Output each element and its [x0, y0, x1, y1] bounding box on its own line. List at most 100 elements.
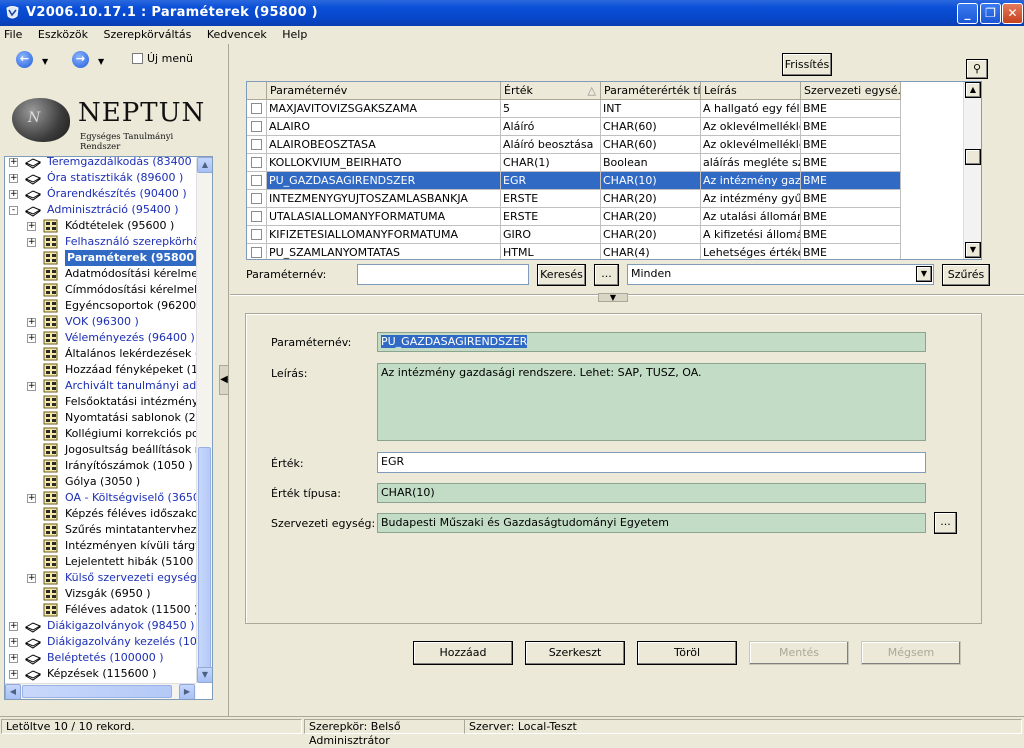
expand-icon[interactable]: +	[9, 622, 18, 631]
tree-item[interactable]: Jogosultság beállítások meg	[5, 442, 212, 458]
grid-header-select[interactable]	[247, 82, 267, 100]
expand-icon[interactable]: +	[27, 318, 36, 327]
value-field[interactable]: EGR	[377, 452, 926, 473]
collapse-icon[interactable]: -	[9, 206, 18, 215]
org-unit-browse-button[interactable]: ...	[934, 512, 957, 534]
tree-item[interactable]: - Adminisztráció (95400 )	[5, 202, 200, 218]
expand-icon[interactable]: +	[9, 638, 18, 647]
back-dropdown-icon[interactable]: ▼	[42, 57, 48, 66]
tree-item[interactable]: + Archivált tanulmányi adatok	[5, 378, 212, 394]
table-row[interactable]: ALAIROBEOSZTASA Aláíró beosztása CHAR(60) A…	[247, 136, 963, 154]
expand-icon[interactable]: +	[9, 158, 18, 167]
grid-header-type[interactable]: Paraméterérték tí...	[601, 82, 701, 100]
expand-icon[interactable]: +	[27, 574, 36, 583]
row-checkbox[interactable]	[251, 157, 262, 168]
tree-item[interactable]: + VOK (96300 )	[5, 314, 200, 330]
tree-item[interactable]: + Teremgazdálkodás (83400 )	[5, 157, 200, 170]
row-select-cell[interactable]	[247, 208, 267, 226]
tree-item[interactable]: + Felhasználó szerepkörhöz re	[5, 234, 212, 250]
chevron-down-icon[interactable]: ▼	[916, 266, 932, 282]
menu-tools[interactable]: Eszközök	[32, 26, 94, 41]
grid-header-value[interactable]: Érték △	[501, 82, 601, 100]
tree-item[interactable]: + Diákigazolványok (98450 )	[5, 618, 200, 634]
maximize-button[interactable]: ❐	[980, 3, 1001, 24]
tree-item[interactable]: Féléves adatok (11500 )	[5, 602, 200, 618]
row-select-cell[interactable]	[247, 118, 267, 136]
tree-item[interactable]: Képzés féléves időszakok (4	[5, 506, 212, 522]
row-checkbox[interactable]	[251, 229, 262, 240]
table-row[interactable]: INTEZMENYGYUJTOSZAMLASBANKJA ERSTE CHAR(20…	[247, 190, 963, 208]
table-row[interactable]: PU_SZAMLANYOMTATAS HTML CHAR(4) Lehetséges …	[247, 244, 963, 259]
menu-help[interactable]: Help	[276, 26, 313, 41]
table-row[interactable]: UTALASIALLOMANYFORMATUMA ERSTE CHAR(20) Az …	[247, 208, 963, 226]
back-button[interactable]: ←	[16, 51, 38, 69]
new-menu-checkbox[interactable]: Új menü	[132, 52, 193, 65]
filter-button[interactable]: Szűrés	[942, 264, 990, 286]
tree-item[interactable]: + Óra statisztikák (89600 )	[5, 170, 200, 186]
minimize-button[interactable]: _	[957, 3, 978, 24]
value-type-field[interactable]: CHAR(10)	[377, 483, 926, 503]
tree-item[interactable]: Általános lekérdezések (984	[5, 346, 212, 362]
expand-icon[interactable]: +	[9, 190, 18, 199]
table-row[interactable]: KIFIZETESIALLOMANYFORMATUMA GIRO CHAR(20) A…	[247, 226, 963, 244]
checkbox-box[interactable]	[132, 53, 143, 64]
scroll-right-button[interactable]: ▶	[179, 684, 195, 699]
row-select-cell[interactable]	[247, 100, 267, 118]
tree-item[interactable]: + Kódtételek (95600 )	[5, 218, 200, 234]
tree-item[interactable]: Egyéncsoportok (96200 )	[5, 298, 204, 314]
param-name-field[interactable]: PU_GAZDASAGIRENDSZER	[377, 332, 926, 352]
menu-favorites[interactable]: Kedvencek	[201, 26, 273, 41]
tree-item[interactable]: Vizsgák (6950 )	[5, 586, 200, 602]
row-select-cell[interactable]	[247, 244, 267, 259]
title-bar[interactable]: V2006.10.17.1 : Paraméterek (95800 ) _ ❐…	[0, 0, 1024, 26]
expand-icon[interactable]: +	[27, 494, 36, 503]
forward-dropdown-icon[interactable]: ▼	[98, 57, 104, 66]
grid-header-name[interactable]: Paraméternév	[267, 82, 501, 100]
settings-icon[interactable]: ⚲	[966, 59, 988, 79]
expand-icon[interactable]: +	[9, 670, 18, 679]
row-select-cell[interactable]	[247, 190, 267, 208]
grid-header-org-unit[interactable]: Szervezeti egysé...	[801, 82, 901, 100]
search-button[interactable]: Keresés	[537, 264, 586, 286]
row-select-cell[interactable]	[247, 226, 267, 244]
tree-item[interactable]: + Külső szervezeti egységek (6	[5, 570, 212, 586]
grid-scroll-up-button[interactable]: ▲	[965, 82, 981, 98]
row-checkbox[interactable]	[251, 193, 262, 204]
browse-button[interactable]: ...	[594, 264, 619, 286]
navigation-tree[interactable]: + Teremgazdálkodás (83400 ) + Óra statiszti…	[4, 156, 213, 700]
table-row[interactable]: KOLLOKVIUM_BEIRHATO CHAR(1) Boolean aláírás…	[247, 154, 963, 172]
tree-vertical-scrollbar[interactable]: ▲ ▼	[196, 157, 212, 683]
tree-item[interactable]: Hozzáad fényképeket (1140	[5, 362, 212, 378]
table-row[interactable]: ALAIROAláíróCHAR(60)Az oklevélmelléklete…	[247, 118, 963, 136]
table-row[interactable]: MAXJAVITOVIZSGAKSZAMA 5 INT A hallgató egy …	[247, 100, 963, 118]
row-checkbox[interactable]	[251, 121, 262, 132]
expand-icon[interactable]: +	[27, 334, 36, 343]
org-unit-field[interactable]: Budapesti Műszaki és Gazdaságtudományi E…	[377, 513, 926, 533]
row-select-cell[interactable]	[247, 172, 267, 190]
filter-name-input[interactable]	[357, 264, 529, 285]
tree-item[interactable]: Irányítószámok (1050 )	[5, 458, 200, 474]
grid-scroll-down-button[interactable]: ▼	[965, 242, 981, 258]
filter-select[interactable]: Minden ▼	[627, 264, 934, 285]
tree-item[interactable]: Adatmódosítási kérelmek (9	[5, 266, 212, 282]
scroll-left-button[interactable]: ◀	[5, 684, 21, 699]
tree-item[interactable]: + Beléptetés (100000 )	[5, 650, 200, 666]
tree-item[interactable]: Címmódosítási kérelmek (96	[5, 282, 212, 298]
parameter-grid[interactable]: Paraméternév Érték △ Paraméterérték tí..…	[246, 81, 982, 260]
cancel-button[interactable]: Mégsem	[861, 641, 961, 665]
expand-icon[interactable]: +	[9, 174, 18, 183]
scroll-thumb[interactable]	[198, 447, 211, 673]
scroll-down-button[interactable]: ▼	[197, 667, 212, 683]
expand-icon[interactable]: +	[27, 238, 36, 247]
tree-item[interactable]: + OA - Költségviselő (3650 )	[5, 490, 208, 506]
menu-file[interactable]: File	[0, 26, 28, 41]
scroll-up-button[interactable]: ▲	[197, 157, 212, 173]
tree-item[interactable]: Intézményen kívüli tárgyak (	[5, 538, 212, 554]
tree-item[interactable]: Nyomtatási sablonok (28000	[5, 410, 212, 426]
expand-icon[interactable]: +	[9, 654, 18, 663]
row-checkbox[interactable]	[251, 139, 262, 150]
table-row[interactable]: PU_GAZDASAGIRENDSZER EGR CHAR(10) Az intézm…	[247, 172, 963, 190]
row-checkbox[interactable]	[251, 103, 262, 114]
row-checkbox[interactable]	[251, 247, 262, 258]
row-select-cell[interactable]	[247, 154, 267, 172]
